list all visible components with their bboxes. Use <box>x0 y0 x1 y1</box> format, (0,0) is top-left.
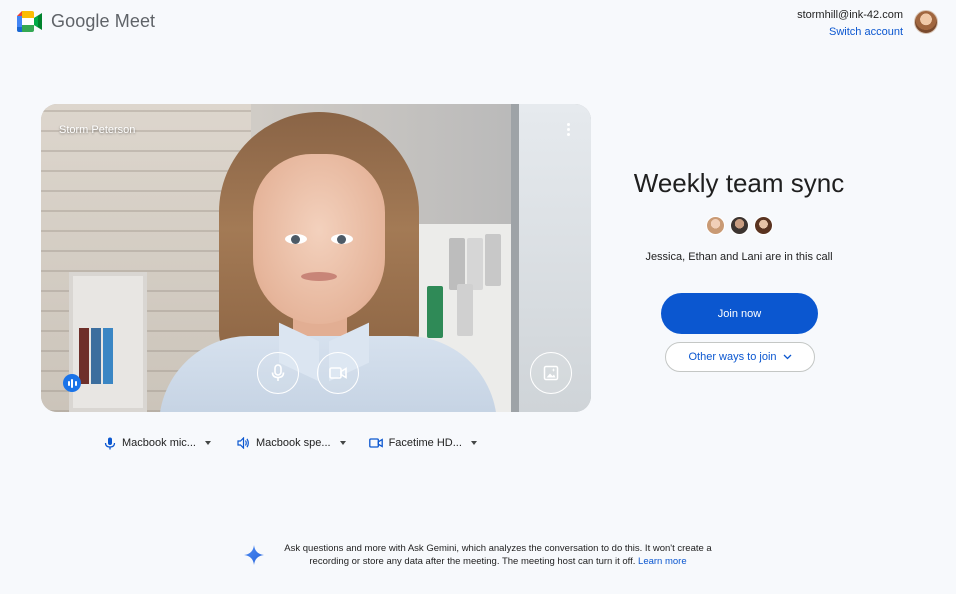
visual-effects-icon <box>543 365 559 381</box>
account-email: stormhill@ink-42.com <box>797 9 903 21</box>
product-name: Google Meet <box>51 11 156 31</box>
camera-label: Facetime HD... <box>388 437 462 449</box>
toggle-camera-button[interactable] <box>317 352 359 394</box>
gemini-sparkle-icon <box>244 545 264 565</box>
audio-bar <box>74 380 77 386</box>
join-now-button[interactable]: Join now <box>661 293 818 334</box>
app-header: Google Meet stormhill@ink-42.com Switch … <box>0 0 956 48</box>
gemini-notice: Ask questions and more with Ask Gemini, … <box>244 542 724 568</box>
self-video-preview: Storm Peterson <box>41 104 591 412</box>
mic-icon <box>104 437 116 449</box>
person-lips <box>301 272 337 281</box>
visual-effects-button[interactable] <box>530 352 572 394</box>
microphone-select[interactable]: Macbook mic... <box>104 437 211 450</box>
person-eye <box>331 234 353 244</box>
gemini-notice-text: Ask questions and more with Ask Gemini, … <box>273 542 723 568</box>
shelf-folder <box>449 238 465 290</box>
speaker-icon <box>237 437 249 449</box>
account-avatar[interactable] <box>914 10 938 34</box>
more-vert-dot <box>566 128 570 131</box>
account-info: stormhill@ink-42.com Switch account <box>797 9 903 39</box>
meeting-title: Weekly team sync <box>633 168 845 198</box>
shelf-folder <box>427 286 443 338</box>
background-shelf-left <box>69 272 147 412</box>
other-ways-to-join-button[interactable]: Other ways to join <box>665 342 815 372</box>
more-vert-icon <box>566 123 570 126</box>
toggle-mic-button[interactable] <box>257 352 299 394</box>
audio-bar <box>71 378 73 388</box>
meet-logo-icon <box>17 11 42 32</box>
chevron-down-icon <box>339 441 346 445</box>
person-eye <box>285 234 307 244</box>
participant-avatars <box>706 216 773 235</box>
person-face <box>253 154 385 324</box>
audio-level-icon <box>63 374 81 392</box>
learn-more-link[interactable]: Learn more <box>638 556 687 567</box>
videocam-icon <box>329 367 347 379</box>
shelf-folder <box>467 238 483 290</box>
camera-select[interactable]: Facetime HD... <box>368 437 477 449</box>
microphone-label: Macbook mic... <box>122 437 196 449</box>
chevron-down-icon <box>204 441 211 445</box>
preview-user-name: Storm Peterson <box>59 124 136 136</box>
more-vert-dot <box>566 133 570 136</box>
more-options-button[interactable] <box>563 122 573 140</box>
participant-avatar <box>754 216 773 235</box>
shelf-binder <box>79 328 89 384</box>
audio-bar <box>67 380 70 386</box>
shelf-folder <box>485 234 501 286</box>
shelf-folder <box>457 284 473 336</box>
chevron-down-icon <box>470 441 477 445</box>
mic-icon <box>271 364 285 381</box>
speaker-label: Macbook spe... <box>255 437 331 449</box>
google-meet-logo[interactable]: Google Meet <box>17 11 155 32</box>
shelf-binder <box>103 328 113 384</box>
other-ways-label: Other ways to join <box>688 351 777 363</box>
participant-avatar <box>706 216 725 235</box>
switch-account-link[interactable]: Switch account <box>797 25 903 39</box>
participant-avatar <box>730 216 749 235</box>
videocam-icon <box>368 438 383 448</box>
shelf-binder <box>91 328 101 384</box>
participants-status: Jessica, Ethan and Lani are in this call <box>645 251 833 263</box>
device-selectors: Macbook mic... Macbook spe... Facetime H… <box>104 433 477 453</box>
chevron-down-icon <box>783 354 791 360</box>
speaker-select[interactable]: Macbook spe... <box>237 437 346 449</box>
